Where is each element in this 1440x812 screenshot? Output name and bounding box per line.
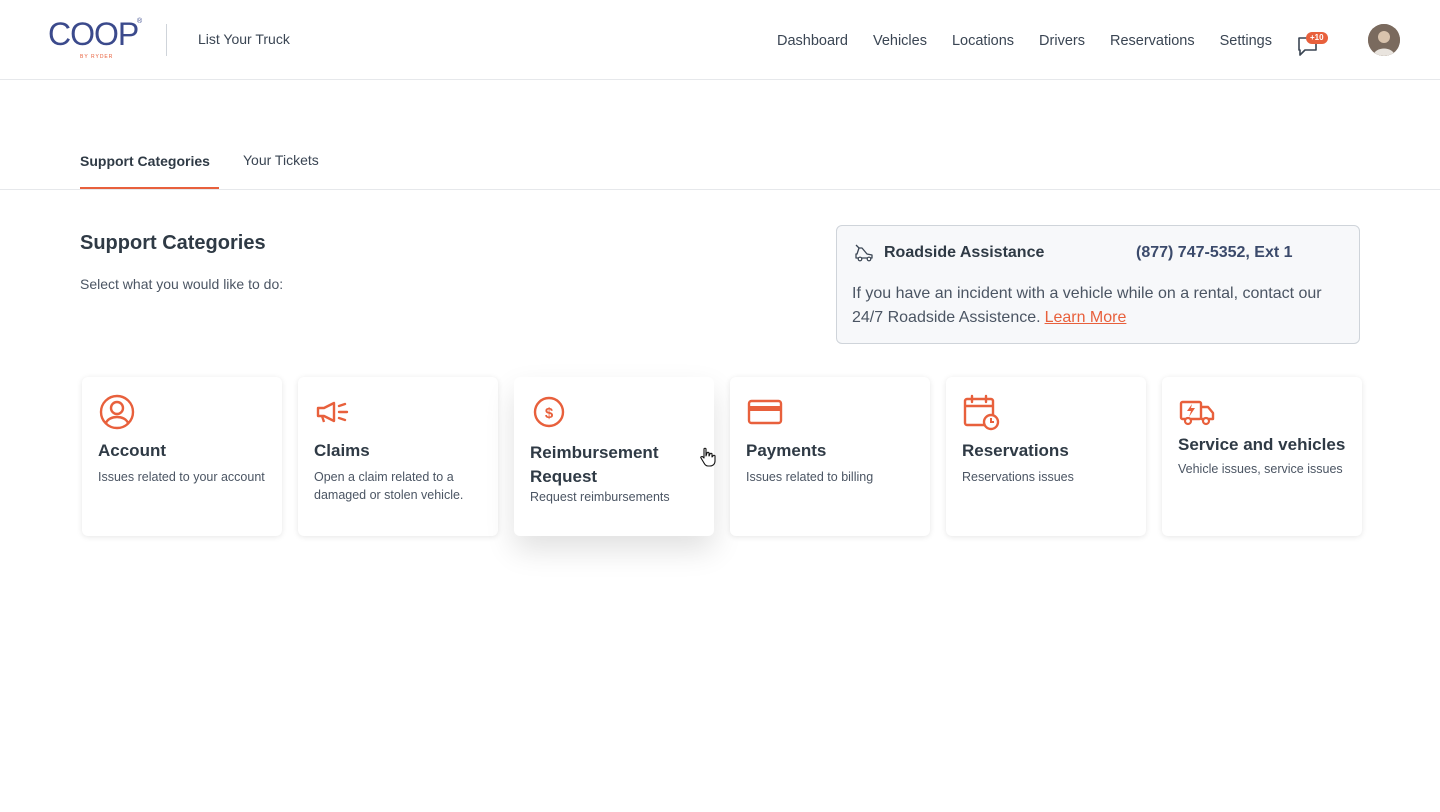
roadside-body: If you have an incident with a vehicle w… <box>852 282 1342 330</box>
roadside-phone[interactable]: (877) 747-5352, Ext 1 <box>1136 244 1293 262</box>
logo-subtext: BY RYDER <box>80 54 114 60</box>
messages-button[interactable]: +10 <box>1296 32 1330 56</box>
card-description: Issues related to billing <box>746 470 874 484</box>
nav-reservations[interactable]: Reservations <box>1110 33 1195 49</box>
megaphone-icon <box>316 401 349 423</box>
nav-locations[interactable]: Locations <box>952 33 1014 49</box>
learn-more-link[interactable]: Learn More <box>1045 309 1127 326</box>
category-card-reimbursement[interactable]: $ Reimbursement Request Request reimburs… <box>514 377 714 536</box>
avatar[interactable] <box>1368 24 1400 56</box>
logo-word: COOP <box>48 16 139 52</box>
card-description: Reservations issues <box>962 470 1074 484</box>
credit-card-icon <box>747 399 783 425</box>
avatar-image <box>1368 24 1400 56</box>
logo-registered-mark: ® <box>137 18 143 25</box>
card-title: Account <box>98 441 166 460</box>
card-title: Reservations <box>962 441 1069 460</box>
card-description: Request reimbursements <box>530 490 670 504</box>
card-description: Open a claim related to a damaged or sto… <box>314 470 464 502</box>
category-card-reservations[interactable]: Reservations Reservations issues <box>946 377 1146 536</box>
tab-your-tickets[interactable]: Your Tickets <box>243 152 319 188</box>
category-card-service-vehicles[interactable]: Service and vehicles Vehicle issues, ser… <box>1162 377 1362 536</box>
main-nav: Dashboard Vehicles Locations Drivers Res… <box>777 33 1272 49</box>
nav-vehicles[interactable]: Vehicles <box>873 33 927 49</box>
page-title: Support Categories <box>80 232 266 254</box>
card-description: Vehicle issues, service issues <box>1178 462 1343 476</box>
calendar-clock-icon <box>963 394 1000 431</box>
list-your-truck-link[interactable]: List Your Truck <box>198 31 290 47</box>
logo-divider <box>166 24 167 56</box>
messages-badge: +10 <box>1306 32 1328 44</box>
svg-text:$: $ <box>545 405 554 422</box>
roadside-assistance-card: Roadside Assistance (877) 747-5352, Ext … <box>836 225 1360 344</box>
top-header: COOP ® BY RYDER List Your Truck Dashboar… <box>0 0 1440 80</box>
card-title: Payments <box>746 441 827 460</box>
roadside-title: Roadside Assistance <box>884 244 1045 261</box>
user-circle-icon <box>99 394 135 430</box>
card-title: Service and vehicles <box>1178 435 1346 454</box>
tab-support-categories[interactable]: Support Categories <box>80 153 219 189</box>
card-description: Issues related to your account <box>98 470 265 484</box>
nav-drivers[interactable]: Drivers <box>1039 33 1085 49</box>
category-card-claims[interactable]: Claims Open a claim related to a damaged… <box>298 377 498 536</box>
page-subtitle: Select what you would like to do: <box>80 276 284 292</box>
category-card-payments[interactable]: Payments Issues related to billing <box>730 377 930 536</box>
truck-service-icon <box>1179 400 1215 426</box>
nav-dashboard[interactable]: Dashboard <box>777 33 848 49</box>
dollar-circle-icon: $ <box>533 396 565 428</box>
tow-truck-icon <box>855 244 873 262</box>
card-title: Claims <box>314 441 370 460</box>
category-card-account[interactable]: Account Issues related to your account <box>82 377 282 536</box>
support-tabs: Support Categories Your Tickets <box>0 140 1440 190</box>
card-title: Reimbursement Request <box>530 443 659 486</box>
nav-settings[interactable]: Settings <box>1220 33 1272 49</box>
coop-logo[interactable]: COOP ® BY RYDER <box>48 16 148 64</box>
